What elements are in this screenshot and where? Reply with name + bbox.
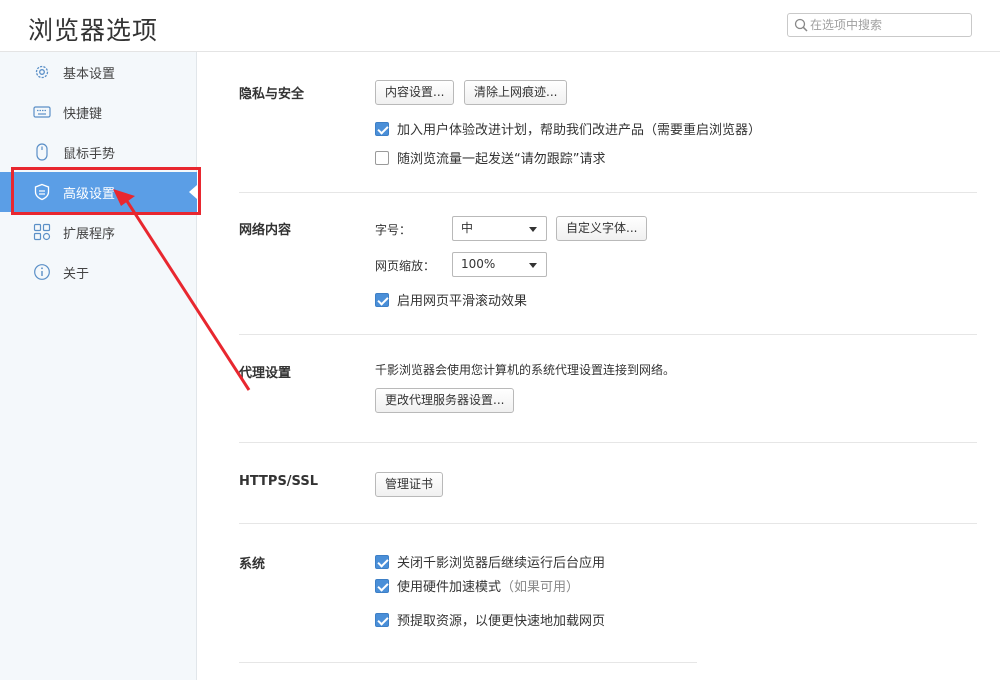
sidebar-item-label: 扩展程序 bbox=[63, 227, 116, 242]
hw-accel-label: 使用硬件加速模式 bbox=[397, 580, 502, 595]
page-title: 浏览器选项 bbox=[28, 16, 159, 45]
do-not-track-label: 随浏览流量一起发送“请勿跟踪”请求 bbox=[397, 152, 606, 167]
search-input[interactable] bbox=[810, 16, 968, 34]
header-bar: 浏览器选项 bbox=[0, 0, 1000, 52]
sidebar-item-basic[interactable]: 基本设置 bbox=[0, 52, 197, 92]
smooth-scroll-label: 启用网页平滑滚动效果 bbox=[397, 294, 528, 309]
section-title: 网络内容 bbox=[239, 223, 292, 238]
smooth-scroll-option[interactable]: 启用网页平滑滚动效果 bbox=[375, 290, 527, 309]
section-title: 隐私与安全 bbox=[239, 87, 305, 102]
divider bbox=[239, 662, 697, 663]
chevron-down-icon bbox=[529, 227, 537, 232]
keyboard-icon bbox=[33, 106, 51, 118]
divider bbox=[239, 523, 977, 524]
do-not-track-option[interactable]: 随浏览流量一起发送“请勿跟踪”请求 bbox=[375, 148, 605, 167]
background-apps-label: 关闭千影浏览器后继续运行后台应用 bbox=[397, 556, 606, 571]
section-system: 系统 关闭千影浏览器后继续运行后台应用 使用硬件加速模式 （如果可用） 预提取资… bbox=[239, 550, 977, 635]
hw-accel-note: （如果可用） bbox=[501, 580, 580, 595]
page-zoom-value: 100% bbox=[461, 257, 496, 271]
background-apps-option[interactable]: 关闭千影浏览器后继续运行后台应用 bbox=[375, 552, 605, 571]
sidebar-item-label: 基本设置 bbox=[63, 67, 116, 82]
section-title: 代理设置 bbox=[239, 366, 292, 381]
shield-icon bbox=[34, 183, 50, 201]
sidebar-item-mouse-gestures[interactable]: 鼠标手势 bbox=[0, 132, 197, 172]
sidebar-item-label: 快捷键 bbox=[63, 107, 103, 122]
section-https: HTTPS/SSL 管理证书 bbox=[239, 471, 977, 501]
extensions-icon bbox=[33, 223, 51, 241]
hw-accel-option[interactable]: 使用硬件加速模式 （如果可用） bbox=[375, 576, 579, 595]
smooth-scroll-checkbox[interactable] bbox=[375, 292, 389, 307]
manage-certs-button[interactable]: 管理证书 bbox=[375, 472, 444, 497]
mouse-icon bbox=[36, 143, 48, 161]
sidebar-item-advanced[interactable]: 高级设置 bbox=[0, 172, 197, 212]
prefetch-checkbox[interactable] bbox=[375, 612, 389, 627]
section-web-content: 网络内容 字号： 中 自定义字体... 网页缩放： 100% 启用网页平滑滚动效… bbox=[239, 216, 977, 316]
clear-history-button[interactable]: 清除上网痕迹... bbox=[464, 80, 568, 105]
search-icon bbox=[794, 18, 808, 32]
sidebar-item-label: 高级设置 bbox=[63, 187, 116, 202]
divider bbox=[239, 442, 977, 443]
background-apps-checkbox[interactable] bbox=[375, 554, 389, 569]
sidebar-item-extensions[interactable]: 扩展程序 bbox=[0, 212, 197, 252]
join-program-checkbox[interactable] bbox=[375, 121, 389, 136]
change-proxy-button[interactable]: 更改代理服务器设置... bbox=[375, 388, 515, 413]
sidebar-item-about[interactable]: 关于 bbox=[0, 252, 197, 292]
sidebar-item-shortcuts[interactable]: 快捷键 bbox=[0, 92, 197, 132]
custom-font-button[interactable]: 自定义字体... bbox=[556, 216, 648, 241]
hw-accel-checkbox[interactable] bbox=[375, 578, 389, 593]
join-program-label: 加入用户体验改进计划，帮助我们改进产品（需要重启浏览器） bbox=[397, 123, 762, 138]
join-program-option[interactable]: 加入用户体验改进计划，帮助我们改进产品（需要重启浏览器） bbox=[375, 119, 761, 138]
prefetch-label: 预提取资源，以便更快速地加载网页 bbox=[397, 614, 606, 629]
font-size-select[interactable]: 中 bbox=[452, 216, 547, 241]
sidebar-item-label: 关于 bbox=[63, 267, 90, 282]
page-zoom-select[interactable]: 100% bbox=[452, 252, 547, 277]
proxy-description: 千影浏览器会使用您计算机的系统代理设置连接到网络。 bbox=[375, 363, 676, 377]
page-zoom-label: 网页缩放： bbox=[375, 259, 436, 273]
prefetch-option[interactable]: 预提取资源，以便更快速地加载网页 bbox=[375, 610, 605, 629]
chevron-down-icon bbox=[529, 263, 537, 268]
section-proxy: 代理设置 千影浏览器会使用您计算机的系统代理设置连接到网络。 更改代理服务器设置… bbox=[239, 359, 977, 419]
font-size-value: 中 bbox=[461, 221, 474, 235]
section-title: 系统 bbox=[239, 557, 266, 572]
sidebar: 基本设置 快捷键 鼠标手势 高级设置 扩展程序 关于 bbox=[0, 52, 197, 680]
section-privacy: 隐私与安全 内容设置... 清除上网痕迹... 加入用户体验改进计划，帮助我们改… bbox=[239, 80, 977, 180]
sidebar-item-label: 鼠标手势 bbox=[63, 147, 116, 162]
font-size-label: 字号： bbox=[375, 223, 412, 237]
divider bbox=[239, 334, 977, 335]
divider bbox=[239, 192, 977, 193]
gear-icon bbox=[35, 65, 49, 79]
search-box[interactable] bbox=[787, 13, 972, 37]
info-icon bbox=[34, 264, 50, 280]
content-settings-button[interactable]: 内容设置... bbox=[375, 80, 455, 105]
do-not-track-checkbox[interactable] bbox=[375, 150, 389, 165]
section-title: HTTPS/SSL bbox=[239, 474, 318, 489]
